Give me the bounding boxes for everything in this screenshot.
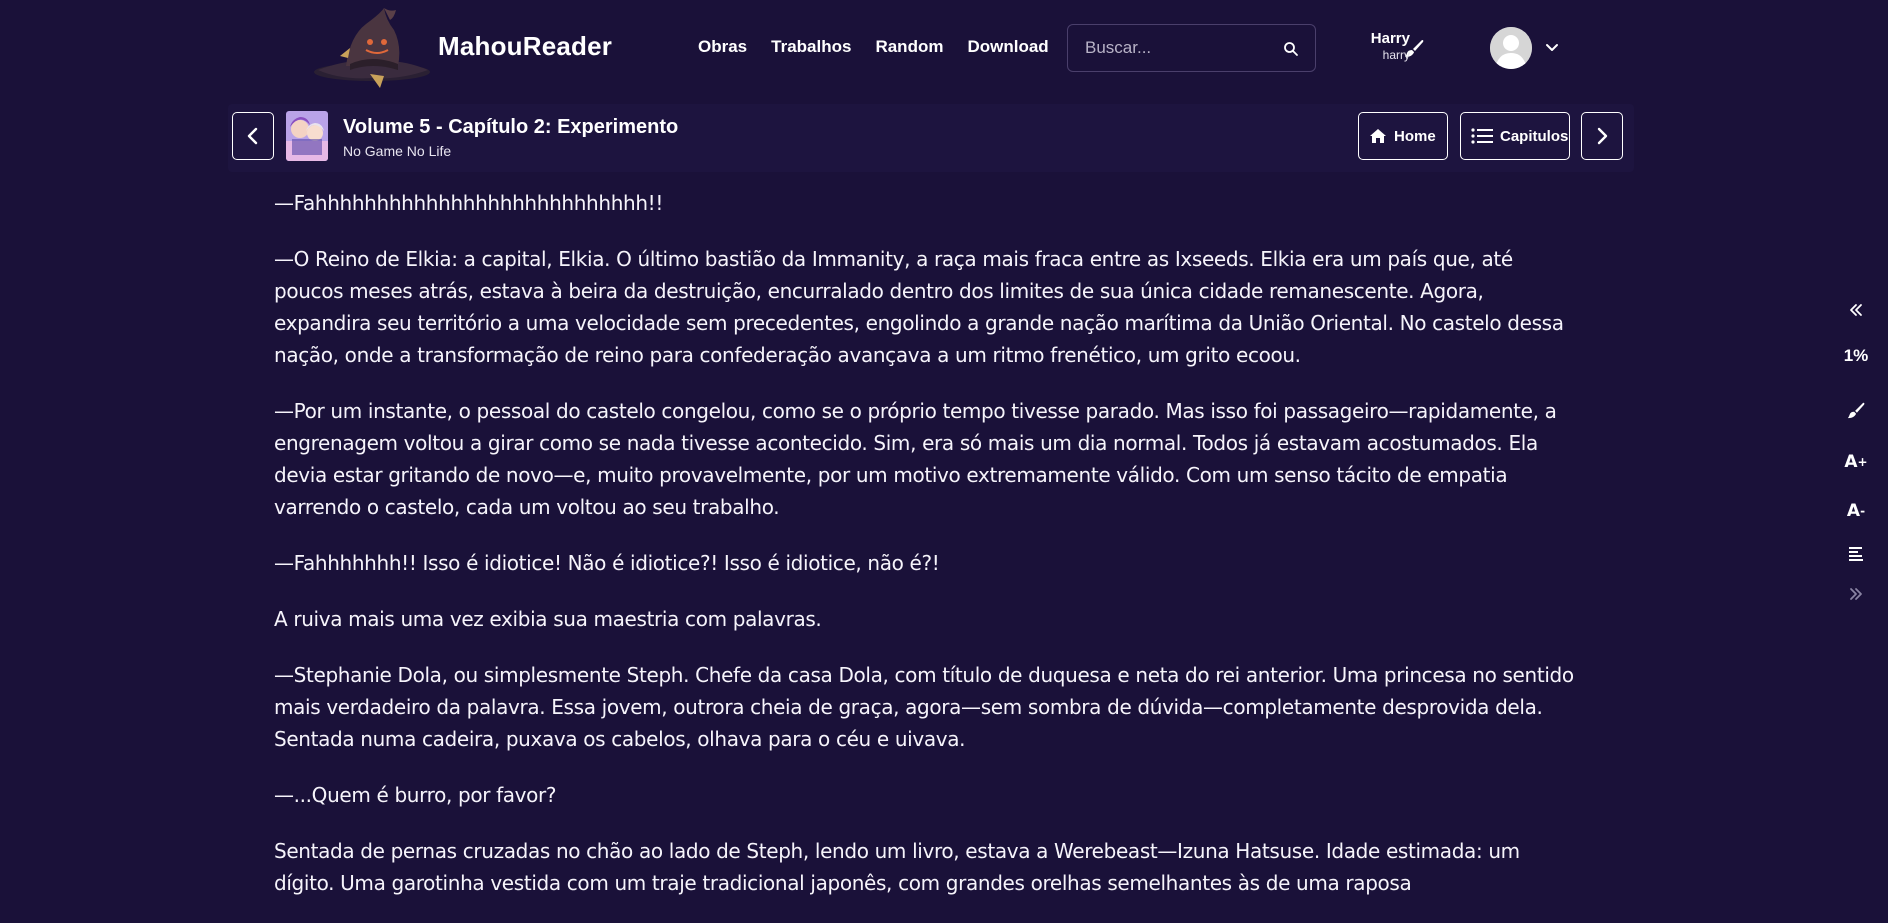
double-chevron-right-icon	[1850, 588, 1862, 600]
font-decrease-button[interactable]: A-	[1838, 497, 1874, 525]
series-cover-thumbnail[interactable]	[286, 111, 328, 161]
paragraph: Sentada de pernas cruzadas no chão ao la…	[274, 839, 1520, 895]
nav-link-random[interactable]: Random	[875, 37, 943, 57]
nav-link-trabalhos[interactable]: Trabalhos	[771, 37, 851, 57]
paragraph: —Fahhhhhhh!! Isso é idiotice! Não é idio…	[274, 551, 940, 575]
search-icon[interactable]	[1283, 41, 1299, 57]
chevron-right-icon	[1597, 127, 1608, 145]
brand-name[interactable]: MahouReader	[438, 31, 612, 62]
paragraph: —Stephanie Dola, ou simplesmente Steph. …	[274, 663, 1574, 751]
search-input[interactable]	[1083, 37, 1273, 59]
chapters-button-label: Capitulos	[1500, 127, 1569, 145]
reading-progress: 1%	[1843, 346, 1869, 365]
home-icon	[1370, 129, 1386, 143]
chapters-list-button[interactable]: Capitulos	[1460, 112, 1570, 160]
chapter-title: Volume 5 - Capítulo 2: Experimento	[343, 116, 679, 138]
paragraph: A ruiva mais uma vez exibia sua maestria…	[274, 607, 822, 631]
main-nav: Obras Trabalhos Random Download	[698, 37, 1073, 57]
chapter-text: —Fahhhhhhhhhhhhhhhhhhhhhhhhhhh!! —O Rein…	[274, 187, 1574, 923]
text-align-button[interactable]	[1838, 540, 1874, 568]
chevron-down-icon[interactable]	[1544, 40, 1560, 56]
theme-button[interactable]	[1838, 396, 1874, 424]
list-icon	[1471, 128, 1493, 144]
font-decrease-label: A	[1846, 501, 1861, 521]
home-button[interactable]: Home	[1358, 112, 1448, 160]
previous-chapter-button[interactable]	[232, 112, 274, 160]
series-name[interactable]: No Game No Life	[343, 143, 451, 159]
font-decrease-sign: -	[1860, 504, 1866, 518]
cover-art-image	[286, 111, 328, 161]
font-increase-button[interactable]: A +	[1838, 448, 1874, 476]
user-avatar-icon	[1490, 27, 1532, 69]
paragraph: —O Reino de Elkia: a capital, Elkia. O ú…	[274, 247, 1564, 367]
user-handle: harry	[1382, 48, 1410, 62]
nav-link-obras[interactable]: Obras	[698, 37, 747, 57]
paragraph: —Fahhhhhhhhhhhhhhhhhhhhhhhhhhh!!	[274, 191, 664, 215]
top-navbar: MahouReader Obras Trabalhos Random Downl…	[0, 0, 1888, 96]
site-logo[interactable]	[310, 6, 434, 90]
collapse-toolbar-button[interactable]	[1838, 296, 1874, 324]
nav-link-download[interactable]: Download	[967, 37, 1048, 57]
witch-hat-logo-icon	[314, 8, 430, 88]
chevron-left-icon	[247, 127, 258, 145]
home-button-label: Home	[1394, 127, 1436, 145]
font-increase-label: A	[1844, 452, 1858, 472]
user-info[interactable]: Harry harry	[1371, 31, 1410, 61]
paintbrush-icon	[1847, 402, 1865, 419]
align-left-icon	[1849, 547, 1863, 561]
search-box	[1067, 24, 1316, 72]
next-chapter-button[interactable]	[1581, 112, 1623, 160]
font-increase-sign: +	[1857, 455, 1868, 469]
paragraph: —Por um instante, o pessoal do castelo c…	[274, 399, 1557, 519]
avatar[interactable]	[1490, 27, 1532, 69]
user-display-name: Harry	[1370, 30, 1410, 47]
paragraph: —...Quem é burro, por favor?	[274, 783, 557, 807]
expand-toolbar-button[interactable]	[1838, 580, 1874, 608]
double-chevron-left-icon	[1850, 304, 1862, 316]
